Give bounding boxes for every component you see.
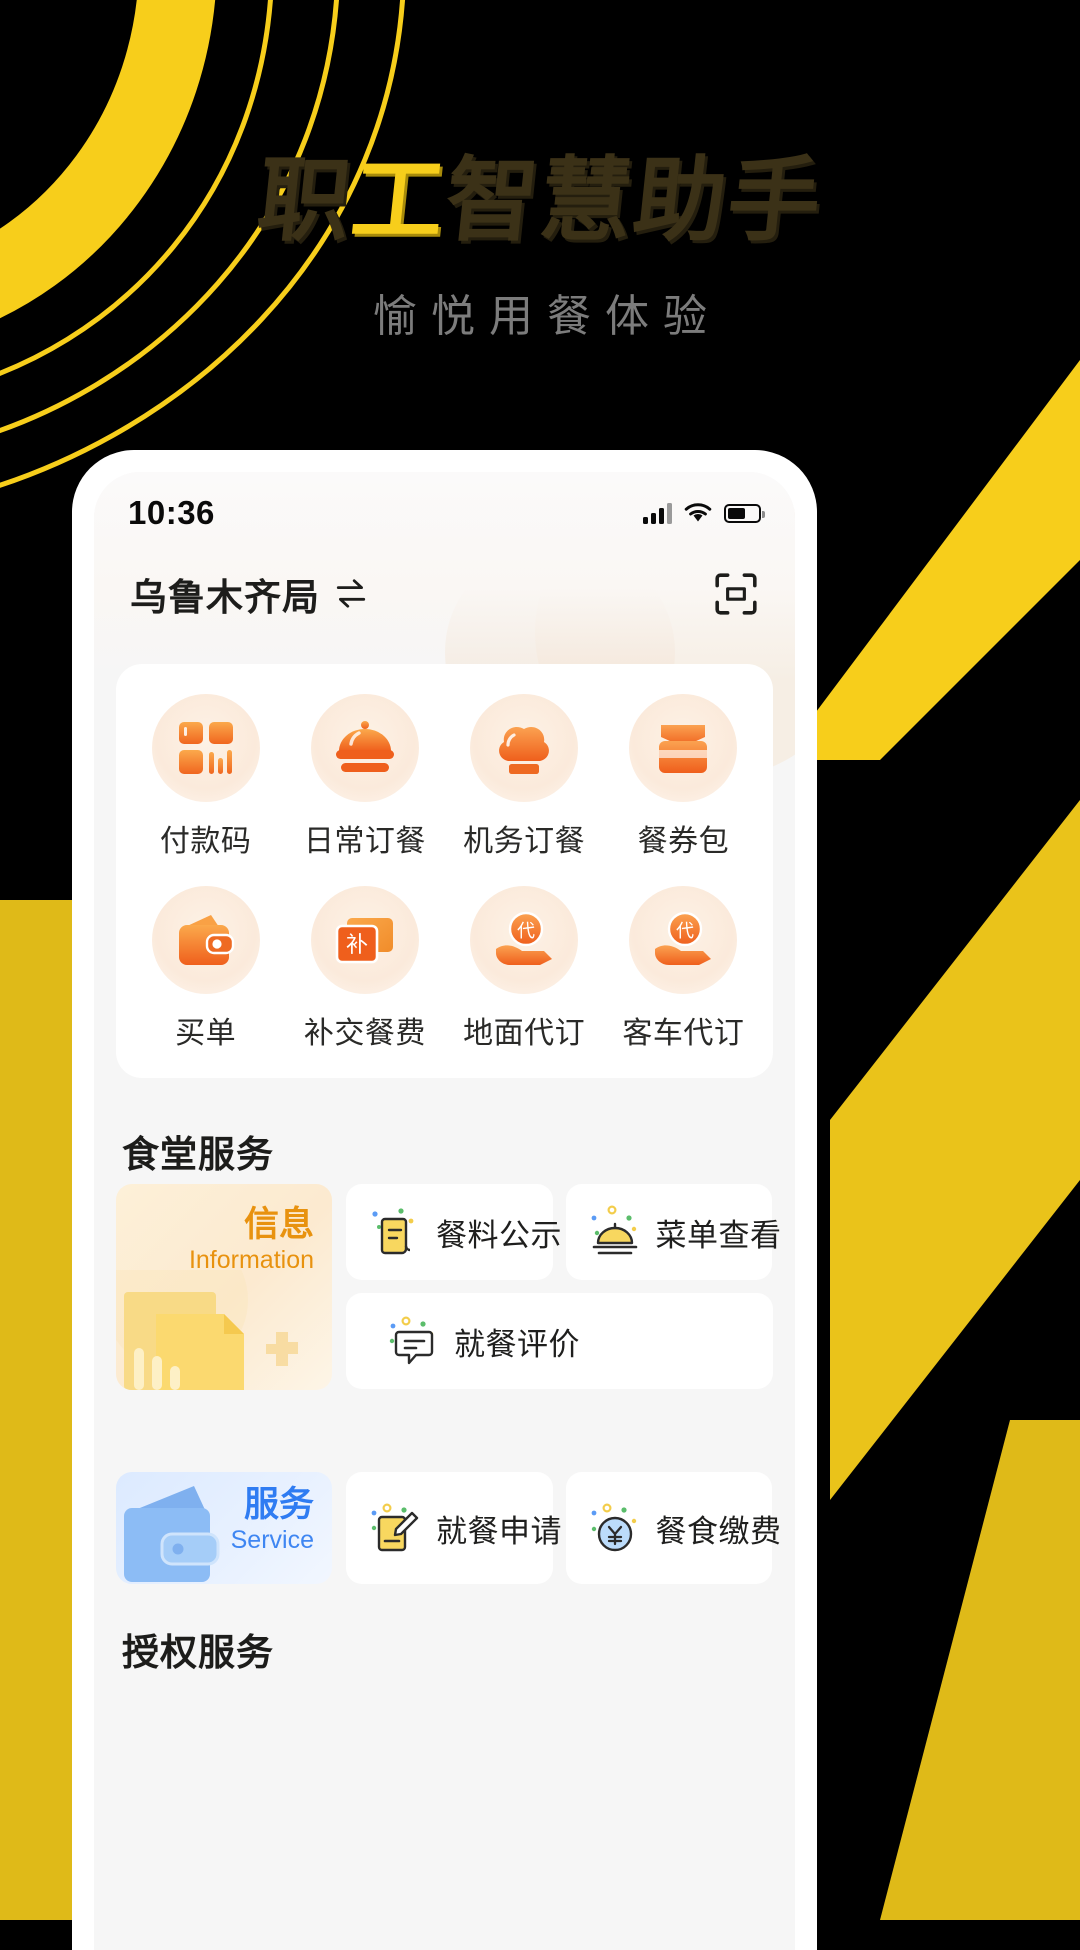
signal-bars-icon: [643, 502, 672, 524]
quick-action-kechedaiding[interactable]: 代 客车代订: [604, 886, 763, 1052]
service-tile-canliaogongshi[interactable]: 餐料公示: [346, 1184, 562, 1280]
location-name: 乌鲁木齐局: [130, 577, 320, 618]
svg-text:补: 补: [346, 933, 368, 958]
quick-action-dimiandaiding[interactable]: 代 地面代订: [445, 886, 604, 1052]
quick-action-jiwudingcan[interactable]: 机务订餐: [445, 694, 604, 860]
chef-hat-icon: [470, 694, 579, 802]
quick-action-label: 地面代订: [463, 1017, 586, 1050]
qr-payment-code-icon: [151, 694, 260, 802]
service-block: 服务 Service 就餐申请 餐食缴费: [116, 1472, 781, 1584]
service-tile-caidanchakan[interactable]: 菜单查看: [565, 1184, 781, 1280]
page-subtitle: 愉悦用餐体验: [373, 292, 721, 341]
service-tile-label: 就餐申请: [436, 1513, 562, 1549]
quick-action-label: 补交餐费: [303, 1017, 426, 1050]
banner-title-cn: 服务: [243, 1485, 314, 1524]
phone-mockup: 10:36 乌鲁木齐局 付款码 日常订餐 机务订餐 餐券包 买单 补 补交餐费 …: [72, 450, 817, 1950]
section-title-canteen-service: 食堂服务: [122, 1134, 274, 1175]
quick-actions-card: 付款码 日常订餐 机务订餐 餐券包 买单 补 补交餐费 代 地面代订 代 客车代…: [116, 664, 773, 1078]
status-bar: 10:36: [94, 472, 795, 536]
quick-action-richangdingcan[interactable]: 日常订餐: [285, 694, 444, 860]
yuan-payment-icon: [591, 1503, 636, 1552]
canteen-service-block: 信息 Information 餐料公示 菜单查看 就餐评价: [116, 1184, 781, 1390]
canteen-service-tiles: 餐料公示 菜单查看 就餐评价: [346, 1184, 781, 1390]
comment-review-icon: [389, 1316, 434, 1365]
title-part-1: 职: [252, 147, 358, 254]
service-tile-label: 餐料公示: [436, 1217, 562, 1253]
quick-action-canquanbao[interactable]: 餐券包: [604, 694, 763, 860]
location-switcher[interactable]: 乌鲁木齐局: [130, 567, 368, 621]
banner-service[interactable]: 服务 Service: [116, 1472, 332, 1584]
svg-text:代: 代: [676, 921, 694, 942]
documents-art-icon: [116, 1270, 298, 1390]
phone-screen: 10:36 乌鲁木齐局 付款码 日常订餐 机务订餐 餐券包 买单 补 补交餐费 …: [94, 472, 795, 1950]
quick-action-label: 付款码: [159, 825, 252, 858]
quick-action-label: 日常订餐: [303, 825, 426, 858]
banner-information[interactable]: 信息 Information: [116, 1184, 332, 1390]
page-title: 职工智慧助手: [0, 147, 1080, 254]
quick-actions-row: 付款码 日常订餐 机务订餐 餐券包: [126, 694, 763, 860]
service-tile-jiucanshenqing[interactable]: 就餐申请: [346, 1472, 562, 1584]
service-tile-label: 餐食缴费: [655, 1513, 782, 1549]
quick-action-label: 餐券包: [637, 825, 730, 858]
hand-proxy-order-icon: 代: [470, 886, 579, 994]
app-header: 乌鲁木齐局: [94, 554, 795, 634]
quick-actions-row: 买单 补 补交餐费 代 地面代订 代 客车代订: [126, 886, 763, 1052]
svg-text:代: 代: [517, 921, 535, 942]
supplement-card-icon: 补: [310, 886, 419, 994]
scan-qr-icon[interactable]: [713, 571, 759, 617]
title-part-3: 智慧助手: [440, 147, 828, 254]
service-tile-label: 菜单查看: [655, 1217, 782, 1253]
banner-title-cn: 信息: [243, 1205, 314, 1244]
service-tiles: 就餐申请 餐食缴费: [346, 1472, 781, 1584]
service-tile-jiucanpingjia[interactable]: 就餐评价: [346, 1293, 773, 1389]
wifi-icon: [684, 503, 712, 522]
cloche-dish-icon: [310, 694, 419, 802]
quick-action-fukuanma[interactable]: 付款码: [126, 694, 285, 860]
promo-header: 职工智慧助手 愉悦用餐体验: [0, 0, 1080, 430]
section-title-authorized-service: 授权服务: [122, 1632, 274, 1673]
ingredient-list-icon: [372, 1208, 414, 1255]
quick-action-maidan[interactable]: 买单: [126, 886, 285, 1052]
swap-arrows-icon: [336, 579, 366, 608]
quick-action-label: 机务订餐: [463, 825, 586, 858]
quick-action-bujiaocanfei[interactable]: 补 补交餐费: [285, 886, 444, 1052]
apply-form-icon: [371, 1503, 419, 1552]
service-tile-label: 就餐评价: [454, 1326, 580, 1362]
title-part-2: 工: [346, 147, 452, 254]
service-tile-canshijiaofei[interactable]: 餐食缴费: [565, 1472, 781, 1584]
quick-action-label: 买单: [175, 1017, 237, 1050]
wallet-icon: [151, 886, 260, 994]
menu-cloche-icon: [591, 1205, 637, 1255]
meal-voucher-wallet-icon: [629, 694, 738, 802]
battery-icon: [724, 503, 765, 523]
blue-wallet-art-icon: [124, 1486, 220, 1582]
status-time: 10:36: [128, 494, 215, 531]
status-icons: [643, 502, 765, 524]
quick-action-label: 客车代订: [622, 1017, 745, 1050]
hand-proxy-order-icon: 代: [629, 886, 738, 994]
